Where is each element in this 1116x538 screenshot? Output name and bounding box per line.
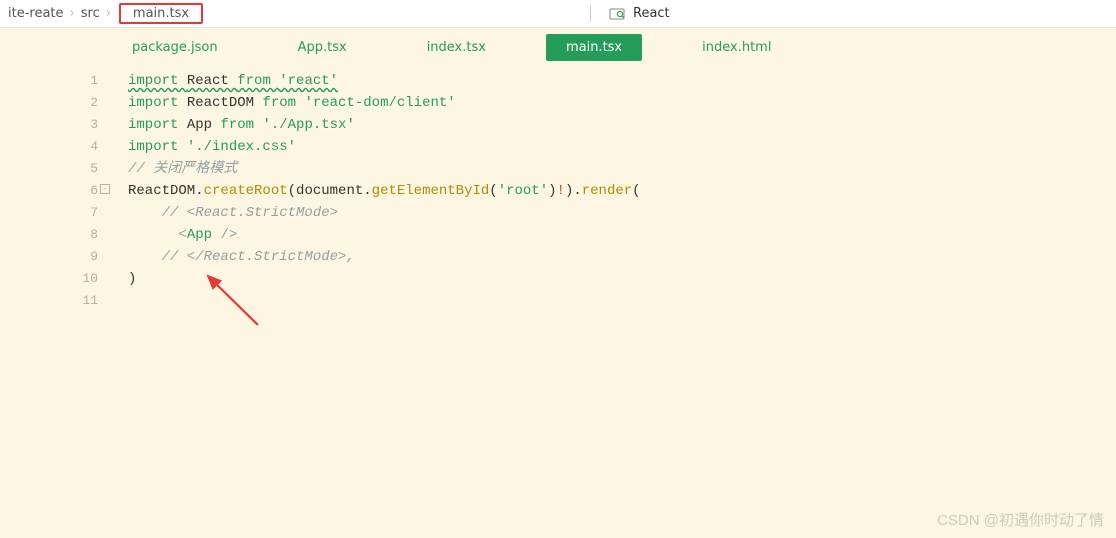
code-line[interactable]: // 关闭严格模式	[128, 158, 1116, 180]
preview-label[interactable]: React	[633, 6, 670, 21]
line-number: 5	[0, 158, 98, 180]
token-tag-name: App	[187, 227, 212, 243]
divider	[590, 6, 591, 22]
line-number: 4	[0, 136, 98, 158]
chevron-right-icon: ›	[106, 6, 111, 21]
code-editor[interactable]: 123456-7891011 import React from 'react'…	[0, 66, 1116, 312]
token-dot: .	[573, 183, 581, 199]
token-punct: )	[128, 271, 136, 287]
line-number: 10	[0, 268, 98, 290]
line-number: 1	[0, 70, 98, 92]
tab-index-html[interactable]: index.html	[682, 34, 791, 61]
token-str: './App.tsx'	[262, 117, 354, 133]
breadcrumb-segment[interactable]: ite-reate	[8, 6, 64, 21]
line-number: 7	[0, 202, 98, 224]
code-area[interactable]: import React from 'react'import ReactDOM…	[112, 66, 1116, 312]
header-bar: ite-reate › src › main.tsx React	[0, 0, 1116, 28]
token-str: 'react'	[279, 73, 338, 89]
line-number: 2	[0, 92, 98, 114]
token-tag-angle: />	[212, 227, 237, 243]
line-number: 8	[0, 224, 98, 246]
token-kw: import	[128, 139, 187, 155]
token-punct: )	[548, 183, 556, 199]
code-line[interactable]	[128, 290, 1116, 312]
code-line[interactable]: import App from './App.tsx'	[128, 114, 1116, 136]
code-line[interactable]: // <React.StrictMode>	[128, 202, 1116, 224]
token-punct	[162, 227, 179, 243]
preview-icon[interactable]	[609, 6, 625, 22]
line-number: 6-	[0, 180, 98, 202]
token-id: ReactDOM	[128, 183, 195, 199]
token-str: 'react-dom/client'	[304, 95, 455, 111]
code-line[interactable]: import React from 'react'	[128, 70, 1116, 92]
tabs-bar: package.json App.tsx index.tsx main.tsx inde…	[0, 28, 1116, 66]
line-number: 11	[0, 290, 98, 312]
header-right: React	[590, 0, 670, 27]
token-id: ReactDOM	[187, 95, 263, 111]
token-kw: from	[262, 95, 304, 111]
chevron-right-icon: ›	[70, 6, 75, 21]
token-func: render	[582, 183, 632, 199]
code-line[interactable]: import ReactDOM from 'react-dom/client'	[128, 92, 1116, 114]
watermark: CSDN @初遇你时动了情	[937, 509, 1104, 530]
token-dot: .	[195, 183, 203, 199]
token-dot: .	[363, 183, 371, 199]
token-comment: // <React.StrictMode>	[162, 205, 338, 221]
token-op: !	[557, 183, 565, 199]
token-func: getElementById	[372, 183, 490, 199]
token-comment: // 关闭严格模式	[128, 161, 237, 177]
token-kw: import	[128, 73, 187, 89]
token-punct: (	[288, 183, 296, 199]
code-line[interactable]: )	[128, 268, 1116, 290]
token-tag-angle: <	[178, 227, 186, 243]
gutter: 123456-7891011	[0, 66, 112, 312]
token-str: './index.css'	[187, 139, 296, 155]
token-kw: import	[128, 117, 187, 133]
code-line[interactable]: import './index.css'	[128, 136, 1116, 158]
line-number: 3	[0, 114, 98, 136]
token-punct: (	[489, 183, 497, 199]
line-number: 9	[0, 246, 98, 268]
token-id: React	[187, 73, 237, 89]
code-line[interactable]: <App />	[128, 224, 1116, 246]
code-line[interactable]: ReactDOM.createRoot(document.getElementB…	[128, 180, 1116, 202]
tabs: package.json App.tsx index.tsx main.tsx inde…	[112, 28, 791, 66]
token-punct: (	[632, 183, 640, 199]
token-id: App	[187, 117, 221, 133]
token-comment: // </React.StrictMode>,	[162, 249, 355, 265]
token-func: createRoot	[204, 183, 288, 199]
breadcrumb[interactable]: ite-reate › src › main.tsx	[0, 3, 203, 24]
breadcrumb-current[interactable]: main.tsx	[119, 3, 203, 24]
token-str: 'root'	[498, 183, 548, 199]
tabs-left-padding	[0, 28, 112, 66]
tab-main-tsx[interactable]: main.tsx	[546, 34, 642, 61]
code-line[interactable]: // </React.StrictMode>,	[128, 246, 1116, 268]
token-id: document	[296, 183, 363, 199]
tab-index-tsx[interactable]: index.tsx	[407, 34, 506, 61]
token-kw: from	[237, 73, 279, 89]
token-kw: from	[220, 117, 262, 133]
tab-package-json[interactable]: package.json	[112, 34, 238, 61]
breadcrumb-segment[interactable]: src	[81, 6, 100, 21]
tab-App-tsx[interactable]: App.tsx	[278, 34, 367, 61]
fold-toggle-icon[interactable]: -	[100, 184, 110, 194]
token-kw: import	[128, 95, 187, 111]
